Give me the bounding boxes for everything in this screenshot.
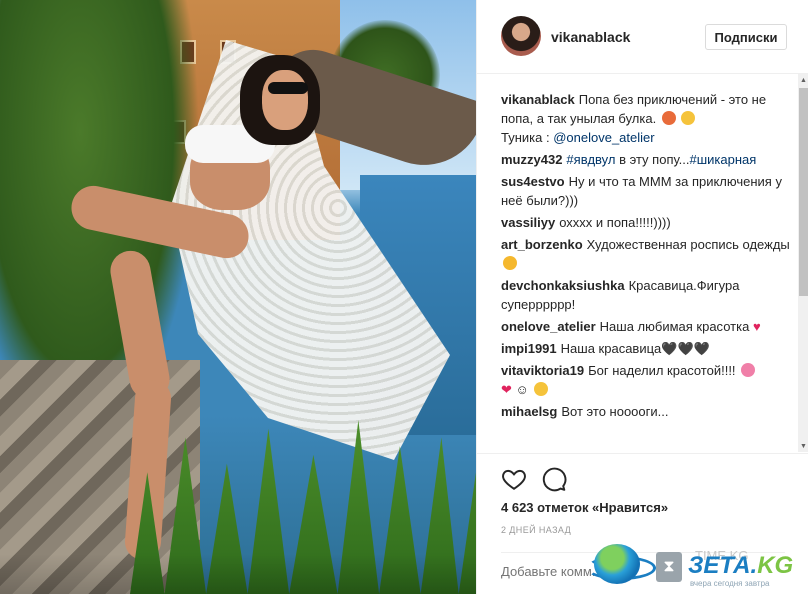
comment-username[interactable]: sus4estvo xyxy=(501,174,565,189)
comment-username[interactable]: devchonkaksiushka xyxy=(501,278,625,293)
mention-link[interactable]: @onelove_atelier xyxy=(553,130,654,145)
comment-username[interactable]: muzzy432 xyxy=(501,152,562,167)
heart-icon[interactable] xyxy=(501,466,527,492)
comment-text: Бог наделил красотой!!!! xyxy=(588,363,736,378)
likes-count[interactable]: 4 623 отметок «Нравится» xyxy=(501,500,668,515)
list-item: vassiliyy охххх и попа!!!!!)))) xyxy=(501,213,791,232)
comment-text: Наша красавица🖤🖤🖤 xyxy=(560,341,710,356)
watermark-brand: ЗЕТА.KG xyxy=(688,552,793,580)
list-item: impi1991 Наша красавица🖤🖤🖤 xyxy=(501,339,791,358)
comment-text: Туника : xyxy=(501,130,550,145)
photo-shade xyxy=(0,554,476,594)
post-sidebar: vikanablack Подписки vikanablack Попа без… xyxy=(476,0,808,594)
list-item: onelove_atelier Наша любимая красотка ♥ xyxy=(501,317,791,336)
comment-text: в эту попу... xyxy=(619,152,690,167)
list-item: muzzy432 #явдвул в эту попу...#шикарная xyxy=(501,150,791,169)
post-date[interactable]: 2 дней назад xyxy=(501,525,571,535)
post-header: vikanablack Подписки xyxy=(477,0,808,74)
scroll-down-icon[interactable]: ▼ xyxy=(798,440,808,452)
comments-list: vikanablack Попа без приключений - это не… xyxy=(501,90,791,452)
hourglass-icon: ⧗ xyxy=(656,552,682,582)
palette-emoji-icon xyxy=(503,256,517,270)
comment-text: охххх и попа!!!!!)))) xyxy=(559,215,671,230)
caption: vikanablack Попа без приключений - это не… xyxy=(501,90,791,147)
flower-emoji-icon xyxy=(741,363,756,377)
comment-username[interactable]: mihaelsg xyxy=(501,404,557,419)
list-item: sus4estvo Ну и что та МММ за приключения … xyxy=(501,172,791,210)
list-item: devchonkaksiushka Красавица.Фигура суперр… xyxy=(501,276,791,314)
peach-emoji-icon xyxy=(661,111,676,125)
comment-text: Наша любимая красотка xyxy=(599,319,750,334)
comment-icon[interactable] xyxy=(541,466,567,492)
comment-username[interactable]: vikanablack xyxy=(501,92,575,107)
comment-username[interactable]: art_borzenko xyxy=(501,237,583,252)
list-item: mihaelsg Вот это нооооги... xyxy=(501,402,791,421)
watermark-brand-main: ЗЕТА. xyxy=(688,552,758,579)
comment-username[interactable]: vitaviktoria19 xyxy=(501,363,584,378)
watermark-brand-kg: KG xyxy=(757,552,794,579)
list-item: vitaviktoria19 Бог наделил красотой!!!! ❤… xyxy=(501,361,791,399)
comment-username[interactable]: vassiliyy xyxy=(501,215,555,230)
list-item: art_borzenko Художественная роспись одежд… xyxy=(501,235,791,273)
scrollbar-thumb[interactable] xyxy=(799,88,808,296)
laughing-emoji-icon xyxy=(681,111,696,125)
smile-emoji-icon: ☺ xyxy=(515,382,529,397)
avatar[interactable] xyxy=(501,16,541,56)
comment-text: Художественная роспись одежды xyxy=(586,237,790,252)
hashtag-link[interactable]: #шикарная xyxy=(690,152,757,167)
photo-face xyxy=(262,70,308,130)
comment-text: Вот это нооооги... xyxy=(561,404,669,419)
post-photo[interactable] xyxy=(0,0,476,594)
photo-sunglasses xyxy=(268,82,308,94)
author-username[interactable]: vikanablack xyxy=(551,29,630,45)
heart-emoji-icon: ❤ xyxy=(501,382,512,397)
hashtag-link[interactable]: #явдвул xyxy=(566,152,615,167)
scroll-up-icon[interactable]: ▲ xyxy=(798,74,808,86)
comment-username[interactable]: impi1991 xyxy=(501,341,557,356)
kiss-emoji-icon xyxy=(534,382,549,396)
comment-username[interactable]: onelove_atelier xyxy=(501,319,596,334)
heart-emoji-icon: ♥ xyxy=(752,319,761,334)
globe-logo-icon xyxy=(594,544,640,584)
follow-button[interactable]: Подписки xyxy=(705,24,787,50)
watermark-tagline: вчера сегодня завтра xyxy=(690,579,770,588)
